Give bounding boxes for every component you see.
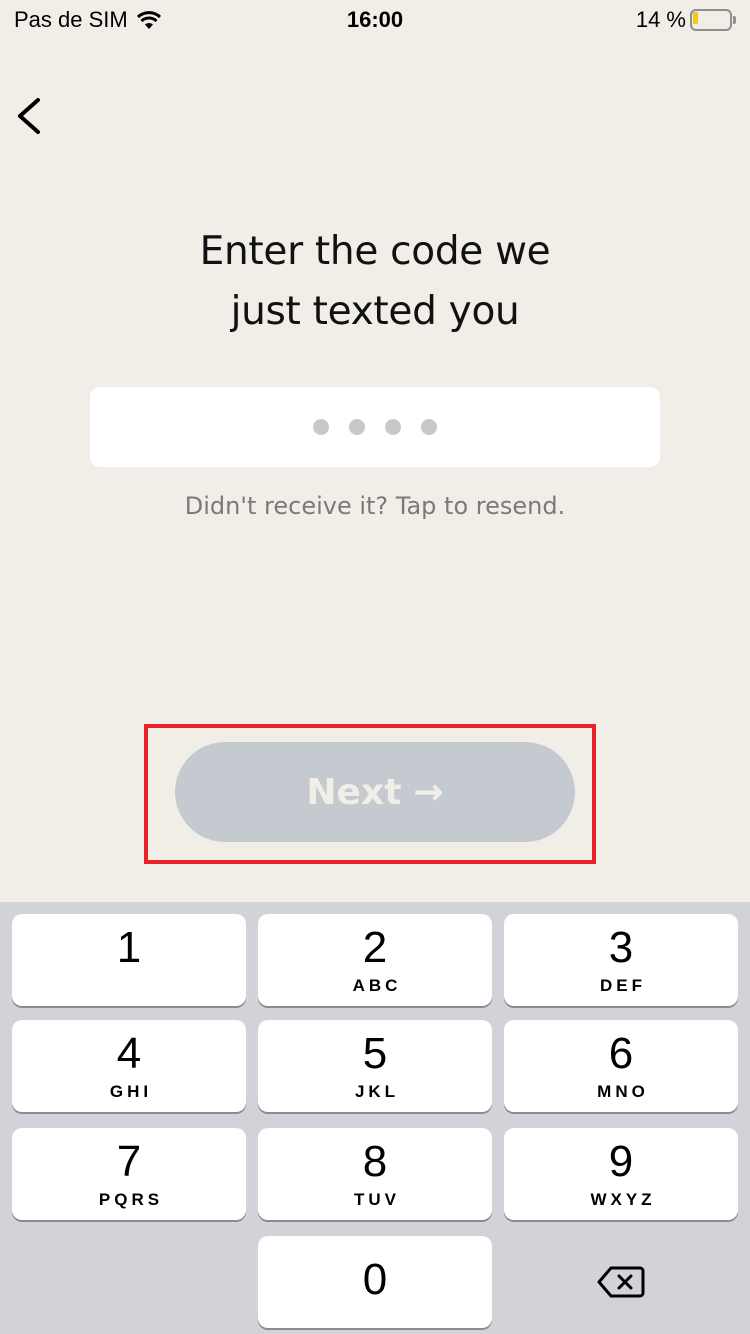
key-4[interactable]: 4 GHI	[12, 1020, 246, 1112]
key-digit: 3	[608, 923, 634, 972]
key-digit: 5	[362, 1029, 388, 1078]
code-placeholder-dot	[313, 419, 329, 435]
key-digit: 7	[116, 1137, 142, 1186]
key-letters: PQRS	[98, 1190, 164, 1209]
key-letters: JKL	[354, 1082, 400, 1101]
key-5[interactable]: 5 JKL	[258, 1020, 492, 1112]
page-title: Enter the code we just texted you	[0, 222, 750, 342]
key-3[interactable]: 3 DEF	[504, 914, 738, 1006]
backspace-icon	[597, 1266, 645, 1298]
key-2[interactable]: 2 ABC	[258, 914, 492, 1006]
key-letters: MNO	[597, 1082, 649, 1101]
delete-key[interactable]	[504, 1236, 738, 1328]
battery-status: 14 %	[636, 7, 736, 33]
key-7[interactable]: 7 PQRS	[12, 1128, 246, 1220]
arrow-right-icon: →	[413, 771, 444, 813]
key-9[interactable]: 9 WXYZ	[504, 1128, 738, 1220]
key-letters: WXYZ	[590, 1190, 656, 1209]
key-digit: 8	[362, 1137, 388, 1186]
battery-percent: 14 %	[635, 7, 686, 32]
key-8[interactable]: 8 TUV	[258, 1128, 492, 1220]
key-6[interactable]: 6 MNO	[504, 1020, 738, 1112]
next-button-label: Next	[306, 771, 402, 813]
key-1[interactable]: 1	[12, 914, 246, 1006]
key-digit: 1	[116, 923, 142, 972]
key-letters: GHI	[109, 1082, 153, 1101]
key-letters: ABC	[352, 976, 402, 995]
back-button[interactable]	[12, 94, 52, 138]
next-button[interactable]: Next →	[175, 742, 575, 842]
numeric-keypad: 1 2 ABC 3 DEF 4 GHI 5 JKL 6 MNO 7 PQRS 8 TUV 9 WXYZ 0	[0, 902, 750, 1334]
key-letters: DEF	[600, 976, 646, 995]
key-digit: 9	[608, 1137, 634, 1186]
battery-icon	[690, 9, 736, 31]
key-digit: 4	[116, 1029, 142, 1078]
title-line-1: Enter the code we	[199, 229, 551, 274]
resend-code-link[interactable]: Didn't receive it? Tap to resend.	[0, 492, 750, 520]
title-line-2: just texted you	[230, 289, 520, 334]
code-placeholder-dot	[385, 419, 401, 435]
chevron-left-icon	[18, 98, 40, 134]
key-letters: TUV	[354, 1190, 400, 1209]
key-digit: 0	[362, 1255, 388, 1304]
key-digit: 2	[362, 923, 388, 972]
key-digit: 6	[608, 1029, 634, 1078]
verification-code-input[interactable]	[90, 387, 660, 467]
code-placeholder-dot	[349, 419, 365, 435]
status-bar: Pas de SIM 16:00 14 %	[0, 0, 750, 42]
key-0[interactable]: 0	[258, 1236, 492, 1328]
code-placeholder-dot	[421, 419, 437, 435]
